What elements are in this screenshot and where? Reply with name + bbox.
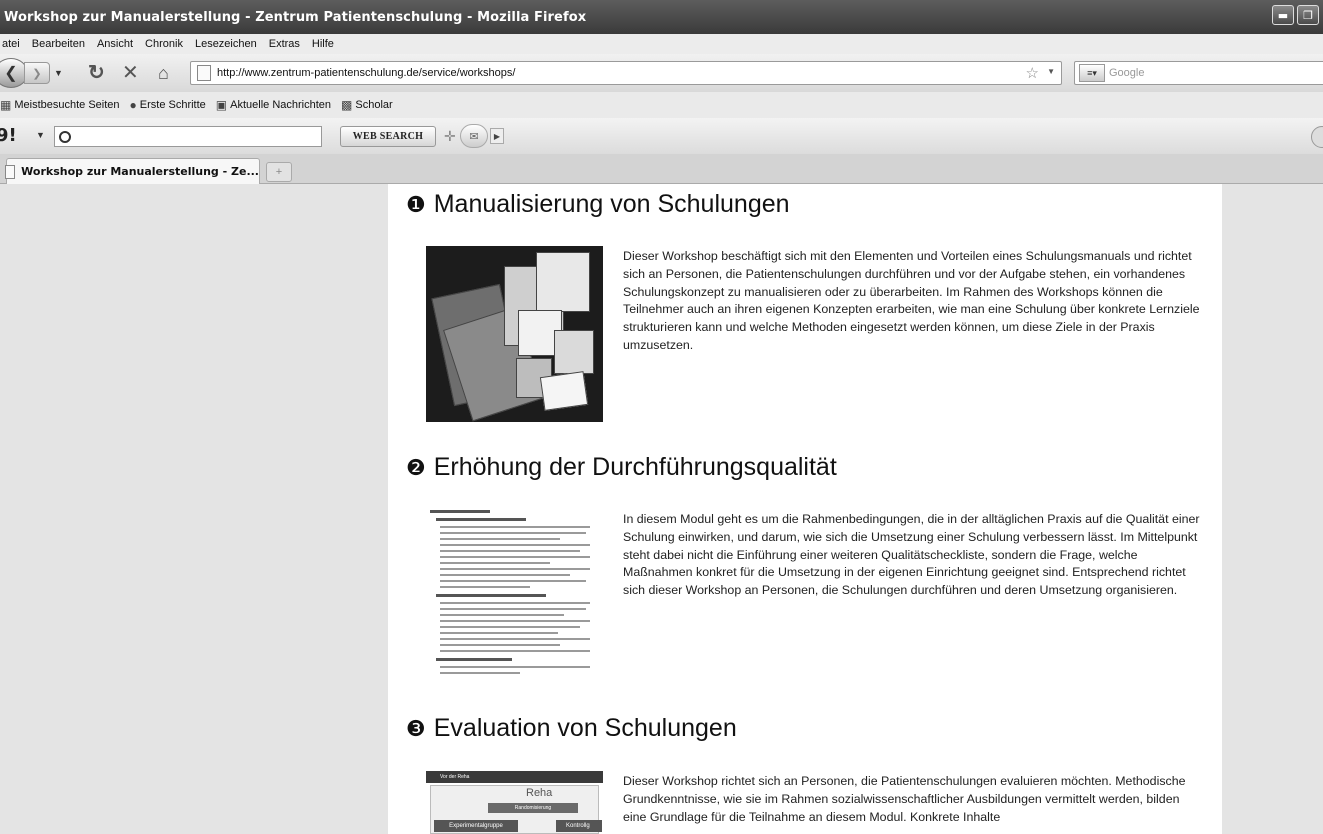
- section-number: ❶: [406, 193, 426, 218]
- restore-icon[interactable]: ❐: [1297, 5, 1319, 25]
- section-title: Erhöhung der Durchführungsqualität: [433, 453, 837, 481]
- bookmarks-toolbar: ▦ Meistbesuchte Seiten ● Erste Schritte …: [0, 92, 1323, 118]
- window-titlebar: Workshop zur Manualerstellung - Zentrum …: [0, 0, 1323, 34]
- forward-arrow-icon[interactable]: ❯: [24, 62, 50, 84]
- yahoo-search-input[interactable]: [54, 126, 322, 147]
- bookmark-getting-started[interactable]: ● Erste Schritte: [130, 98, 206, 112]
- menu-edit[interactable]: Bearbeiten: [32, 38, 85, 50]
- toolbar-separator-icon: ✛: [444, 128, 456, 144]
- yahoo-toolbar: 9! ▼ WEB SEARCH ✛ ✉ ▶: [0, 118, 1323, 154]
- section-2-text: In diesem Modul geht es um die Rahmenbed…: [623, 512, 1200, 598]
- tab-active[interactable]: Workshop zur Manualerstellung - Ze...: [5, 158, 260, 184]
- bookmark-label: Aktuelle Nachrichten: [230, 99, 332, 111]
- bookmark-label: Scholar: [355, 99, 393, 111]
- bookmark-most-visited[interactable]: ▦ Meistbesuchte Seiten: [0, 98, 120, 112]
- yahoo-dropdown-icon[interactable]: ▼: [36, 130, 45, 140]
- section-3-heading: ❸ Evaluation von Schulungen: [406, 714, 737, 743]
- menu-help[interactable]: Hilfe: [312, 38, 334, 50]
- new-tab-button[interactable]: +: [266, 162, 292, 182]
- quality-checklist-image: [426, 508, 603, 682]
- menu-bar: atei Bearbeiten Ansicht Chronik Lesezeic…: [0, 34, 1323, 54]
- url-dropdown-icon[interactable]: ▼: [1047, 67, 1055, 76]
- diagram-right: Kontrollg: [556, 820, 602, 832]
- back-forward-group: ❮ ❯ ▼: [0, 58, 63, 88]
- mail-icon[interactable]: ✉: [460, 124, 488, 148]
- section-number: ❷: [406, 456, 426, 481]
- stop-icon[interactable]: ✕: [122, 61, 139, 85]
- rss-icon: ▣: [215, 98, 228, 112]
- page-icon: [197, 65, 211, 81]
- scholar-icon: ▩: [341, 98, 353, 112]
- page-viewport[interactable]: ❶ Manualisierung von Schulungen Dieser Wo…: [0, 184, 1323, 834]
- section-title: Manualisierung von Schulungen: [433, 190, 790, 218]
- diagram-left: Experimentalgruppe: [434, 820, 518, 832]
- folder-icon: ▦: [0, 98, 12, 112]
- tab-label: Workshop zur Manualerstellung - Ze...: [21, 165, 259, 178]
- page-icon: [5, 164, 16, 179]
- manual-books-image: [426, 246, 603, 422]
- section-1-text: Dieser Workshop beschäftigt sich mit den…: [623, 249, 1200, 352]
- evaluation-diagram-image: Vor der Reha Reha Randomisierung Experim…: [426, 771, 603, 834]
- section-1-heading: ❶ Manualisierung von Schulungen: [406, 190, 790, 219]
- reload-icon[interactable]: ↻: [88, 61, 105, 85]
- diagram-header: Vor der Reha: [426, 771, 603, 783]
- section-3-text: Dieser Workshop richtet sich an Personen…: [623, 774, 1186, 824]
- bookmark-news[interactable]: ▣ Aktuelle Nachrichten: [216, 98, 331, 112]
- url-text: http://www.zentrum-patientenschulung.de/…: [217, 67, 516, 79]
- section-title: Evaluation von Schulungen: [433, 714, 737, 742]
- menu-history[interactable]: Chronik: [145, 38, 183, 50]
- web-search-button[interactable]: WEB SEARCH: [340, 126, 436, 147]
- section-number: ❸: [406, 717, 426, 742]
- tab-strip: Workshop zur Manualerstellung - Ze... +: [0, 154, 1323, 184]
- diagram-title: Reha: [526, 787, 553, 799]
- search-bar[interactable]: ≡▾ Google: [1074, 61, 1323, 85]
- diagram-box: Randomisierung: [488, 803, 578, 813]
- search-engine-icon[interactable]: ≡▾: [1079, 64, 1105, 82]
- menu-view[interactable]: Ansicht: [97, 38, 133, 50]
- page-content: ❶ Manualisierung von Schulungen Dieser Wo…: [388, 184, 1222, 834]
- bookmark-label: Meistbesuchte Seiten: [14, 99, 120, 111]
- url-bar[interactable]: http://www.zentrum-patientenschulung.de/…: [190, 61, 1062, 85]
- search-icon: [59, 130, 71, 143]
- menu-file[interactable]: atei: [2, 38, 20, 50]
- menu-tools[interactable]: Extras: [269, 38, 300, 50]
- chevron-right-icon[interactable]: ▶: [490, 128, 504, 144]
- firefox-icon: ●: [129, 98, 137, 112]
- history-dropdown-icon[interactable]: ▼: [54, 68, 63, 78]
- home-icon[interactable]: ⌂: [158, 61, 169, 85]
- minimize-icon[interactable]: ▬: [1272, 5, 1294, 25]
- search-placeholder: Google: [1109, 67, 1145, 79]
- section-2-heading: ❷ Erhöhung der Durchführungsqualität: [406, 453, 837, 482]
- bookmark-scholar[interactable]: ▩ Scholar: [341, 98, 393, 112]
- menu-bookmarks[interactable]: Lesezeichen: [195, 38, 257, 50]
- navigation-toolbar: ❮ ❯ ▼ ↻ ✕ ⌂ http://www.zentrum-patienten…: [0, 54, 1323, 92]
- star-icon[interactable]: ☆: [1026, 64, 1039, 82]
- toolbar-edge-icon[interactable]: [1311, 126, 1323, 148]
- window-title: Workshop zur Manualerstellung - Zentrum …: [4, 9, 587, 25]
- bookmark-label: Erste Schritte: [139, 99, 206, 111]
- yahoo-logo[interactable]: 9!: [0, 125, 17, 146]
- window-controls: ▬ ❐: [1272, 5, 1319, 25]
